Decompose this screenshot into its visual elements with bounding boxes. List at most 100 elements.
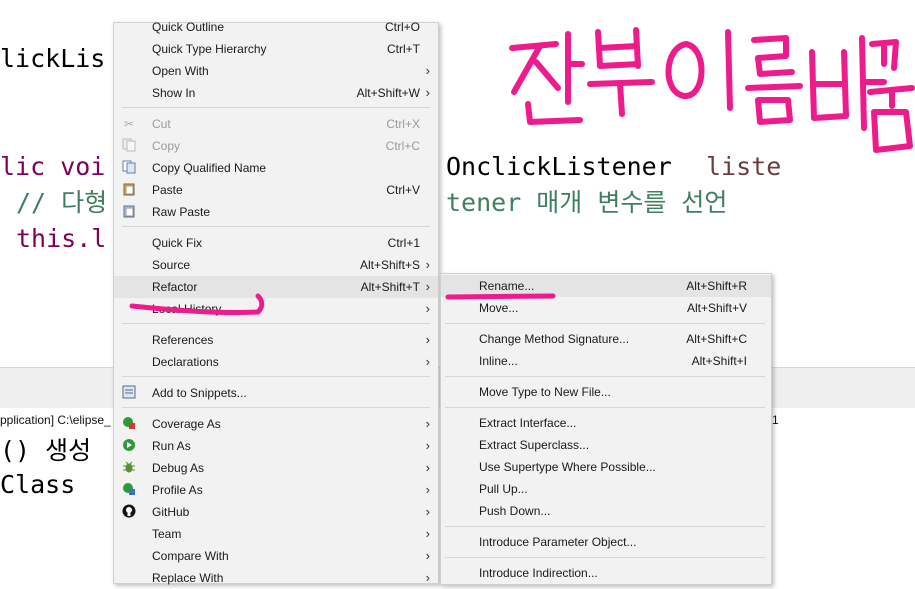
- menu-item-run-as[interactable]: Run As ›: [114, 435, 438, 457]
- menu-item-change-method-signature[interactable]: Change Method Signature... Alt+Shift+C: [441, 328, 771, 350]
- chevron-right-icon: ›: [425, 301, 430, 316]
- menu-item-label: Replace With: [152, 571, 224, 585]
- scissors-icon: ✂: [123, 117, 135, 131]
- menu-item-label: Cut: [152, 117, 171, 131]
- menu-separator: [445, 526, 765, 527]
- menu-item-quick-fix[interactable]: Quick Fix Ctrl+1: [114, 232, 438, 254]
- code-line: this.l: [16, 224, 107, 253]
- menu-item-replace-with[interactable]: Replace With ›: [114, 567, 438, 589]
- menu-item-rename[interactable]: Rename... Alt+Shift+R: [441, 275, 771, 297]
- menu-item-inline[interactable]: Inline... Alt+Shift+I: [441, 350, 771, 372]
- menu-item-debug-as[interactable]: Debug As ›: [114, 457, 438, 479]
- menu-item-copy-qualified-name[interactable]: Copy Qualified Name: [114, 157, 438, 179]
- github-icon: [121, 504, 137, 520]
- menu-item-paste[interactable]: Paste Ctrl+V: [114, 179, 438, 201]
- menu-item-compare-with[interactable]: Compare With ›: [114, 545, 438, 567]
- menu-item-declarations[interactable]: Declarations ›: [114, 351, 438, 373]
- console-line: () 생성: [0, 436, 92, 465]
- menu-item-introduce-indirection[interactable]: Introduce Indirection...: [441, 562, 771, 584]
- console-header-right: 1: [772, 413, 779, 427]
- bug-icon: [121, 460, 137, 476]
- menu-item-label: Use Supertype Where Possible...: [479, 460, 656, 474]
- menu-item-refactor[interactable]: Refactor Alt+Shift+T ›: [114, 276, 438, 298]
- profile-icon: [121, 482, 137, 498]
- menu-item-label: Debug As: [152, 461, 205, 475]
- menu-item-quick-outline[interactable]: Quick Outline Ctrl+O: [114, 16, 438, 38]
- menu-item-accel: Ctrl+C: [385, 139, 420, 153]
- menu-item-show-in[interactable]: Show In Alt+Shift+W ›: [114, 82, 438, 104]
- menu-item-move[interactable]: Move... Alt+Shift+V: [441, 297, 771, 319]
- menu-item-label: Quick Type Hierarchy: [152, 42, 267, 56]
- menu-item-label: Paste: [152, 183, 183, 197]
- menu-item-label: References: [152, 333, 214, 347]
- coverage-icon: [121, 416, 137, 432]
- run-icon: [121, 438, 137, 454]
- menu-separator: [122, 226, 430, 227]
- copy-qualified-name-icon: [121, 160, 137, 176]
- menu-separator: [122, 407, 430, 408]
- code-comment: // 다형: [16, 188, 108, 217]
- menu-item-open-with[interactable]: Open With ›: [114, 60, 438, 82]
- menu-item-label: Coverage As: [152, 417, 221, 431]
- chevron-right-icon: ›: [425, 526, 430, 541]
- menu-item-accel: Alt+Shift+S: [359, 258, 420, 272]
- console-line: Class: [0, 470, 76, 499]
- snippet-icon: [121, 385, 137, 401]
- menu-item-label: Change Method Signature...: [479, 332, 630, 346]
- menu-separator: [445, 376, 765, 377]
- menu-item-label: Introduce Parameter Object...: [479, 535, 637, 549]
- menu-item-local-history[interactable]: Local History ›: [114, 298, 438, 320]
- chevron-right-icon: ›: [425, 85, 430, 100]
- menu-item-accel: Alt+Shift+W: [356, 86, 420, 100]
- menu-item-label: Local History: [152, 302, 222, 316]
- clipboard-icon: [121, 182, 137, 198]
- code-comment: tener 매개 변수를 선언: [446, 188, 728, 217]
- menu-item-accel: Alt+Shift+V: [686, 301, 747, 315]
- menu-item-label: Profile As: [152, 483, 203, 497]
- chevron-right-icon: ›: [425, 460, 430, 475]
- menu-item-move-type-to-new-file[interactable]: Move Type to New File...: [441, 381, 771, 403]
- menu-item-github[interactable]: GitHub ›: [114, 501, 438, 523]
- menu-item-pull-up[interactable]: Pull Up...: [441, 478, 771, 500]
- menu-item-label: Move Type to New File...: [479, 385, 611, 399]
- menu-item-label: Introduce Indirection...: [479, 566, 598, 580]
- menu-item-coverage-as[interactable]: Coverage As ›: [114, 413, 438, 435]
- menu-item-label: Rename...: [479, 279, 535, 293]
- menu-item-accel: Alt+Shift+R: [686, 279, 747, 293]
- menu-separator: [445, 557, 765, 558]
- menu-item-team[interactable]: Team ›: [114, 523, 438, 545]
- menu-item-label: GitHub: [152, 505, 190, 519]
- code-token-type: OnclickListener: [446, 152, 672, 181]
- menu-item-label: Add to Snippets...: [152, 386, 247, 400]
- menu-item-label: Run As: [152, 439, 191, 453]
- chevron-right-icon: ›: [425, 482, 430, 497]
- menu-item-introduce-parameter-object[interactable]: Introduce Parameter Object...: [441, 531, 771, 553]
- menu-item-label: Team: [152, 527, 182, 541]
- menu-item-label: Copy Qualified Name: [152, 161, 267, 175]
- menu-item-extract-superclass[interactable]: Extract Superclass...: [441, 434, 771, 456]
- menu-item-use-supertype[interactable]: Use Supertype Where Possible...: [441, 456, 771, 478]
- chevron-right-icon: ›: [425, 257, 430, 272]
- code-token-param: liste: [706, 152, 782, 181]
- context-menu: Quick Outline Ctrl+O Quick Type Hierarch…: [113, 20, 439, 585]
- menu-item-source[interactable]: Source Alt+Shift+S ›: [114, 254, 438, 276]
- menu-item-copy[interactable]: Copy Ctrl+C: [114, 135, 438, 157]
- menu-item-accel: Ctrl+T: [387, 42, 420, 56]
- menu-item-quick-type-hierarchy[interactable]: Quick Type Hierarchy Ctrl+T: [114, 38, 438, 60]
- menu-item-add-to-snippets[interactable]: Add to Snippets...: [114, 382, 438, 404]
- menu-item-profile-as[interactable]: Profile As ›: [114, 479, 438, 501]
- menu-item-raw-paste[interactable]: Raw Paste: [114, 201, 438, 223]
- console-header: pplication] C:\elipse_: [0, 413, 111, 427]
- menu-item-extract-interface[interactable]: Extract Interface...: [441, 412, 771, 434]
- menu-item-references[interactable]: References ›: [114, 329, 438, 351]
- menu-item-push-down[interactable]: Push Down...: [441, 500, 771, 522]
- menu-item-label: Declarations: [152, 355, 219, 369]
- menu-item-cut[interactable]: ✂ Cut Ctrl+X: [114, 113, 438, 135]
- chevron-right-icon: ›: [425, 332, 430, 347]
- menu-separator: [445, 323, 765, 324]
- code-line: lickLis: [0, 44, 106, 73]
- menu-item-accel: Ctrl+V: [386, 183, 420, 197]
- chevron-right-icon: ›: [425, 279, 430, 294]
- chevron-right-icon: ›: [425, 438, 430, 453]
- code-line: lic voi: [0, 152, 106, 181]
